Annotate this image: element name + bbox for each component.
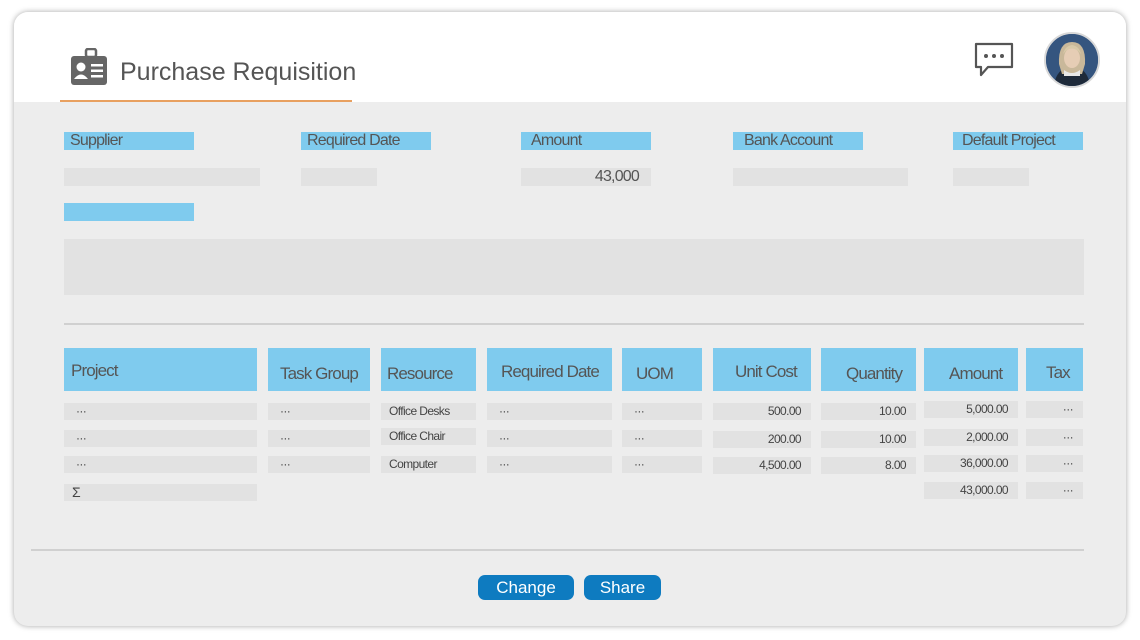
table-row-2-project[interactable]: ··· [64, 430, 257, 447]
purchase-requisition-card: Purchase Requisition Supplier Required D… [14, 12, 1126, 626]
bank-account-field[interactable] [733, 168, 908, 186]
table-row-1-task-group[interactable]: ··· [268, 403, 370, 420]
notes-label [64, 203, 194, 221]
table-row-3-unit-cost[interactable]: 4,500.00 [713, 457, 811, 474]
table-row-2-task-group[interactable]: ··· [268, 430, 370, 447]
col-header-required-date[interactable]: Required Date [487, 348, 612, 391]
bank-account-label: Bank Account [733, 132, 863, 150]
col-header-amount[interactable]: Amount [924, 348, 1018, 391]
table-row-3-project[interactable]: ··· [64, 456, 257, 473]
col-header-task-group[interactable]: Task Group [268, 348, 370, 391]
chat-icon[interactable] [974, 42, 1014, 78]
supplier-field[interactable] [64, 168, 260, 186]
footer-divider [31, 549, 1084, 551]
table-row-2-required-date[interactable]: ··· [487, 430, 612, 447]
col-header-uom[interactable]: UOM [622, 348, 702, 391]
default-project-field[interactable] [953, 168, 1029, 186]
default-project-label: Default Project [953, 132, 1083, 150]
page-title: Purchase Requisition [120, 58, 357, 86]
table-row-2-quantity[interactable]: 10.00 [821, 431, 916, 448]
supplier-label: Supplier [64, 132, 194, 150]
header: Purchase Requisition [14, 12, 1126, 102]
col-header-resource[interactable]: Resource [381, 348, 476, 391]
avatar[interactable] [1044, 32, 1100, 88]
total-tax: ··· [1026, 482, 1083, 499]
table-row-2-uom[interactable]: ··· [622, 430, 702, 447]
amount-label: Amount [521, 132, 651, 150]
table-row-1-tax[interactable]: ··· [1026, 401, 1083, 418]
table-row-3-task-group[interactable]: ··· [268, 456, 370, 473]
table-row-1-uom[interactable]: ··· [622, 403, 702, 420]
table-row-3-quantity[interactable]: 8.00 [821, 457, 916, 474]
table-row-3-uom[interactable]: ··· [622, 456, 702, 473]
table-row-2-amount[interactable]: 2,000.00 [924, 429, 1018, 446]
table-row-3-tax[interactable]: ··· [1026, 455, 1083, 472]
table-row-1-quantity[interactable]: 10.00 [821, 403, 916, 420]
table-row-3-required-date[interactable]: ··· [487, 456, 612, 473]
table-row-1-amount[interactable]: 5,000.00 [924, 401, 1018, 418]
table-row-2-tax[interactable]: ··· [1026, 429, 1083, 446]
table-row-2-resource[interactable]: Office Chair [381, 428, 476, 445]
total-amount: 43,000.00 [924, 482, 1018, 499]
avatar-image [1046, 34, 1098, 86]
total-sum-symbol: Σ [64, 484, 257, 501]
col-header-project[interactable]: Project [64, 348, 257, 391]
share-button[interactable]: Share [584, 575, 661, 600]
table-row-1-required-date[interactable]: ··· [487, 403, 612, 420]
required-date-label: Required Date [301, 132, 431, 150]
table-row-1-project[interactable]: ··· [64, 403, 257, 420]
notes-field[interactable] [64, 239, 1084, 295]
required-date-field[interactable] [301, 168, 377, 186]
col-header-unit-cost[interactable]: Unit Cost [713, 348, 811, 391]
col-header-quantity[interactable]: Quantity [821, 348, 916, 391]
table-row-1-resource[interactable]: Office Desks [381, 403, 476, 420]
table-row-3-amount[interactable]: 36,000.00 [924, 455, 1018, 472]
title-tab: Purchase Requisition [60, 46, 356, 102]
change-button[interactable]: Change [478, 575, 574, 600]
table-row-2-unit-cost[interactable]: 200.00 [713, 431, 811, 448]
col-header-tax[interactable]: Tax [1026, 348, 1083, 391]
id-card-icon [71, 48, 107, 85]
section-divider [64, 323, 1084, 325]
amount-field[interactable]: 43,000 [521, 168, 651, 186]
table-row-1-unit-cost[interactable]: 500.00 [713, 403, 811, 420]
table-row-3-resource[interactable]: Computer [381, 456, 476, 473]
